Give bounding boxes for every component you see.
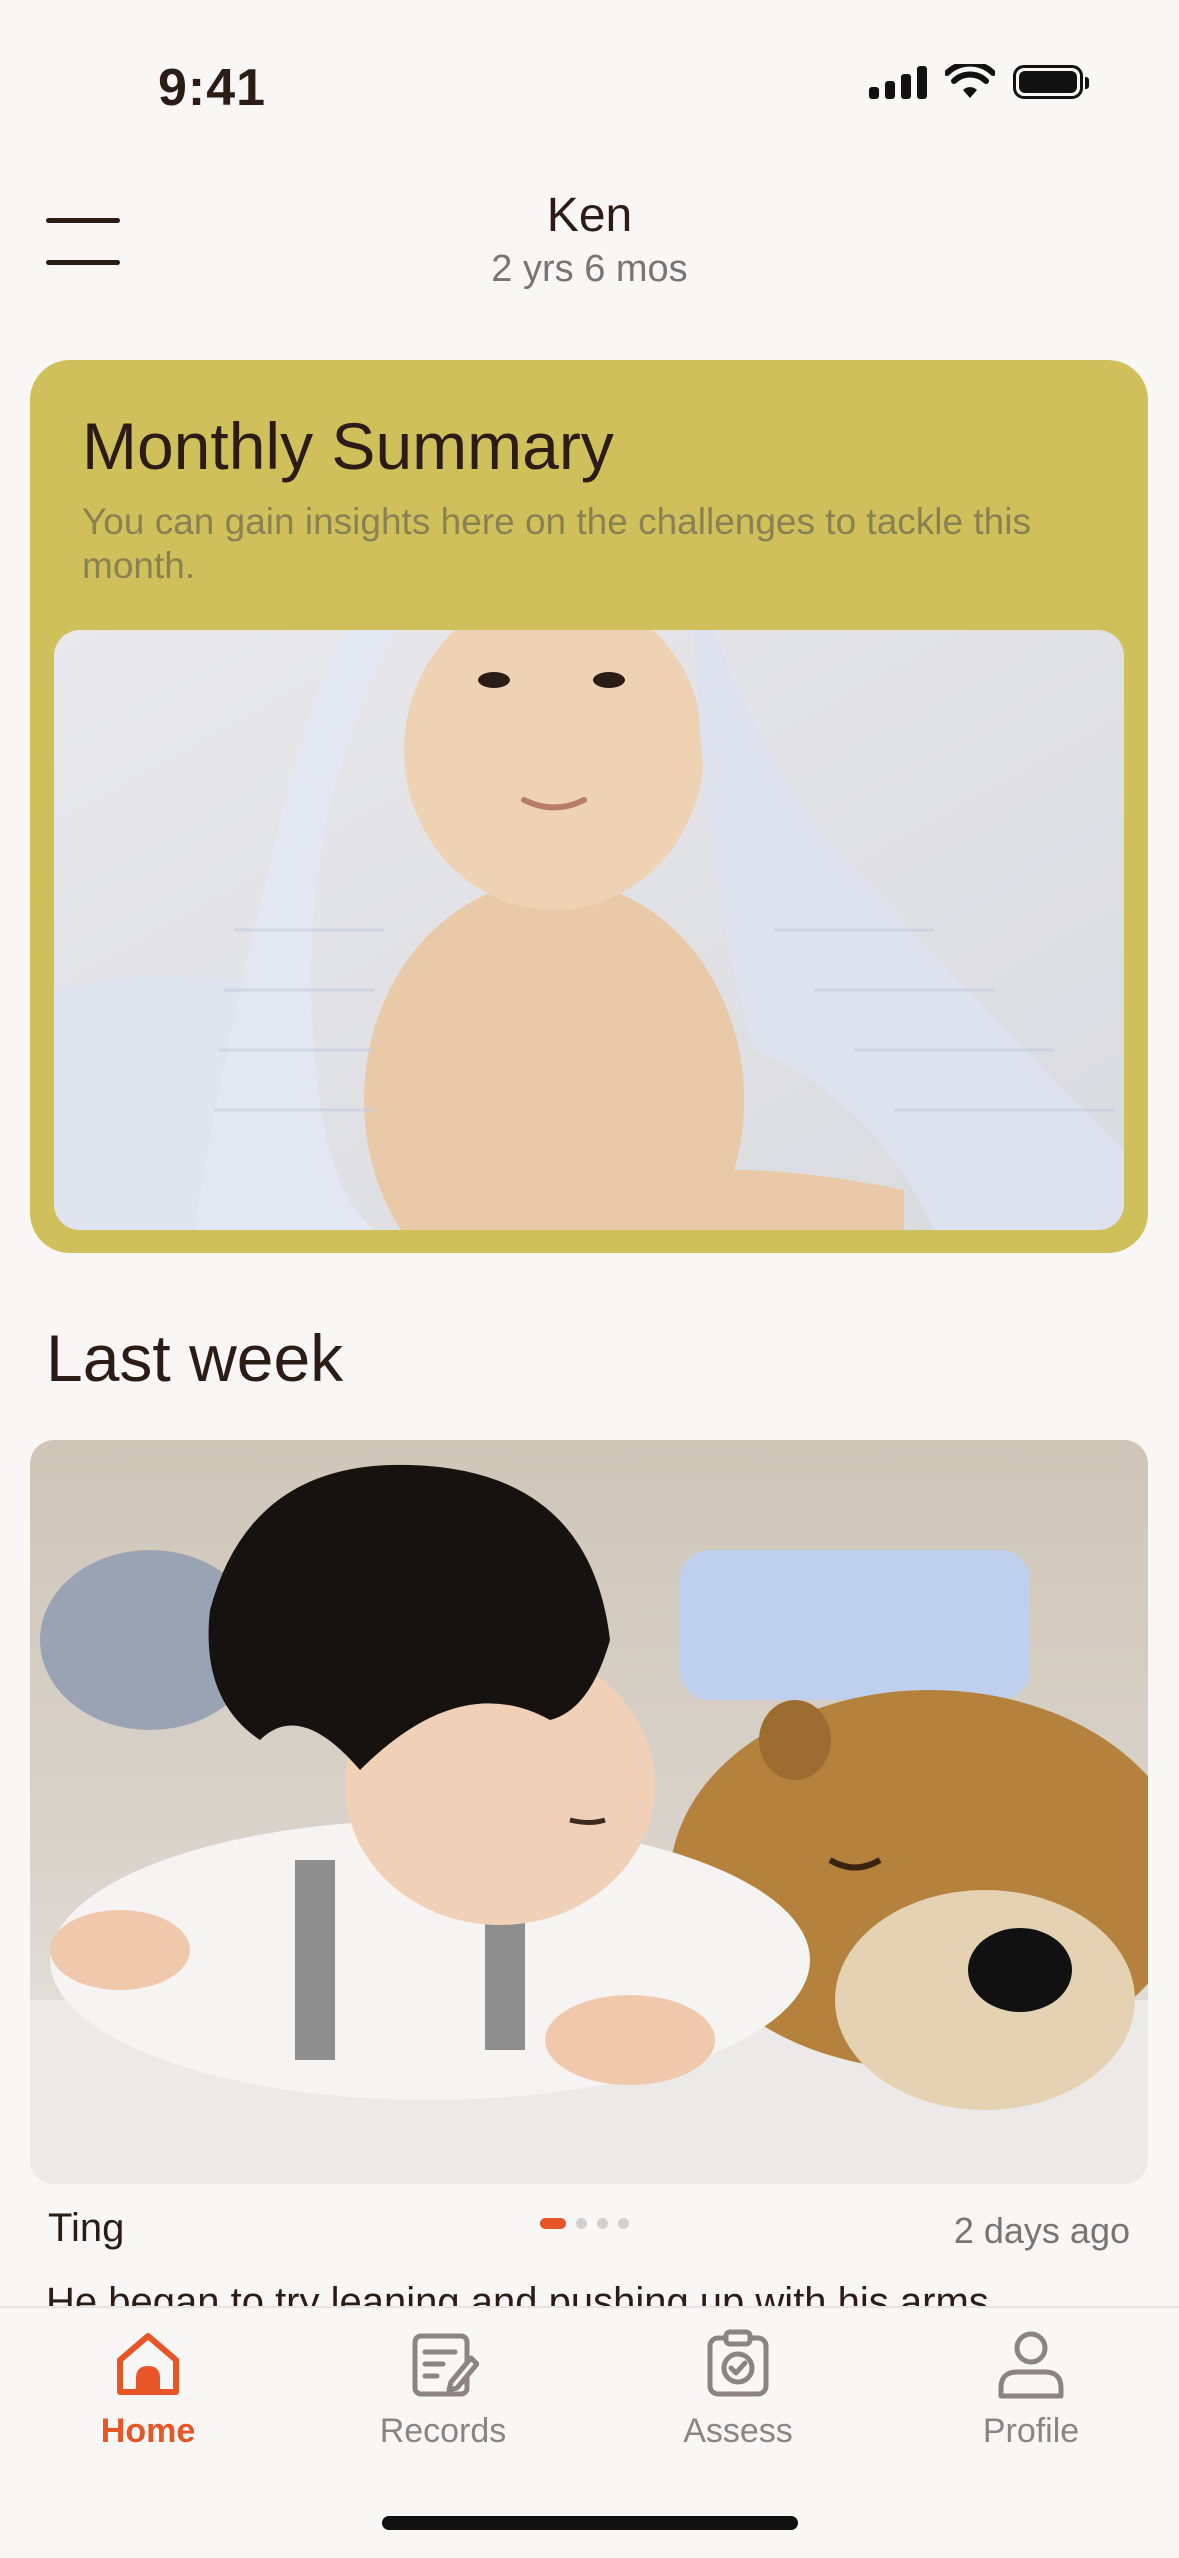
home-icon [117, 2333, 179, 2395]
tab-profile[interactable]: Profile [931, 2328, 1131, 2451]
assess-icon [707, 2329, 769, 2397]
records-icon [412, 2333, 479, 2397]
tab-records[interactable]: Records [343, 2328, 543, 2451]
tab-assess-label: Assess [683, 2412, 793, 2450]
child-age: 2 yrs 6 mos [491, 248, 688, 290]
carousel-dot [618, 2218, 629, 2229]
summary-title: Monthly Summary [82, 409, 614, 483]
tab-profile-label: Profile [982, 2412, 1080, 2450]
carousel-indicator [540, 2218, 629, 2229]
carousel-dot [576, 2218, 587, 2229]
post-photo-carousel[interactable] [30, 1440, 1148, 2184]
battery-icon [1013, 65, 1089, 99]
child-name: Ken [546, 189, 633, 242]
post-time-ago: 2 days ago [953, 2210, 1130, 2251]
summary-photo [54, 630, 1124, 1230]
monthly-summary-card[interactable]: Monthly Summary You can gain insights he… [30, 360, 1148, 1253]
cellular-signal-icon [869, 65, 927, 99]
tab-assess[interactable]: Assess [638, 2328, 838, 2451]
home-indicator [382, 2516, 798, 2530]
post-author: Ting [48, 2206, 125, 2250]
profile-icon [998, 2331, 1064, 2399]
carousel-dot [540, 2218, 566, 2229]
tab-records-label: Records [379, 2412, 507, 2450]
section-title-last-week: Last week [46, 1321, 344, 1395]
status-icons [869, 64, 1089, 100]
wifi-icon [945, 64, 995, 98]
status-time: 9:41 [158, 59, 267, 117]
carousel-dot [597, 2218, 608, 2229]
tab-home[interactable]: Home [48, 2328, 248, 2451]
tab-home-label: Home [100, 2412, 196, 2450]
summary-description: You can gain insights here on the challe… [82, 501, 1031, 586]
